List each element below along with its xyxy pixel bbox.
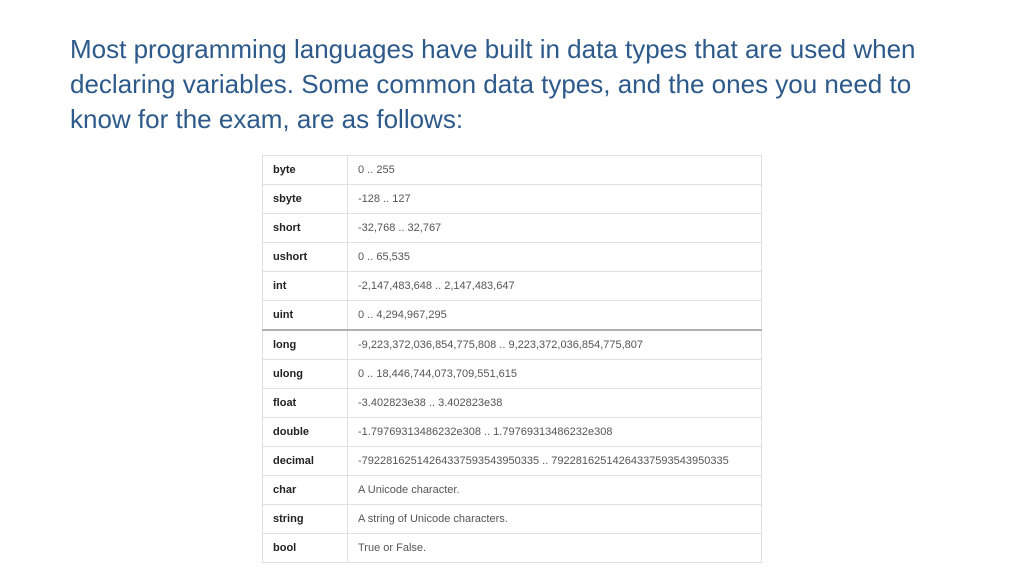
table-row: decimal -79228162514264337593543950335 .… [263, 447, 762, 476]
type-range: -9,223,372,036,854,775,808 .. 9,223,372,… [348, 330, 762, 360]
type-name: byte [263, 156, 348, 185]
table-row: byte 0 .. 255 [263, 156, 762, 185]
type-range: A string of Unicode characters. [348, 505, 762, 534]
type-name: uint [263, 301, 348, 331]
table-row: int -2,147,483,648 .. 2,147,483,647 [263, 272, 762, 301]
type-range: 0 .. 255 [348, 156, 762, 185]
table-row: ushort 0 .. 65,535 [263, 243, 762, 272]
table-row: string A string of Unicode characters. [263, 505, 762, 534]
table-row: sbyte -128 .. 127 [263, 185, 762, 214]
data-types-table: byte 0 .. 255 sbyte -128 .. 127 short -3… [262, 155, 762, 563]
type-range: -2,147,483,648 .. 2,147,483,647 [348, 272, 762, 301]
type-range: -32,768 .. 32,767 [348, 214, 762, 243]
type-range: 0 .. 65,535 [348, 243, 762, 272]
type-name: short [263, 214, 348, 243]
table-container: byte 0 .. 255 sbyte -128 .. 127 short -3… [70, 155, 954, 563]
type-range: 0 .. 18,446,744,073,709,551,615 [348, 360, 762, 389]
table-row: float -3.402823e38 .. 3.402823e38 [263, 389, 762, 418]
type-range: -128 .. 127 [348, 185, 762, 214]
type-range: True or False. [348, 534, 762, 563]
page-heading: Most programming languages have built in… [70, 32, 954, 137]
table-row: bool True or False. [263, 534, 762, 563]
type-name: double [263, 418, 348, 447]
table-row: double -1.79769313486232e308 .. 1.797693… [263, 418, 762, 447]
type-range: -3.402823e38 .. 3.402823e38 [348, 389, 762, 418]
type-name: long [263, 330, 348, 360]
type-name: int [263, 272, 348, 301]
table-row: long -9,223,372,036,854,775,808 .. 9,223… [263, 330, 762, 360]
type-range: -1.79769313486232e308 .. 1.7976931348623… [348, 418, 762, 447]
type-name: char [263, 476, 348, 505]
type-range: -79228162514264337593543950335 .. 792281… [348, 447, 762, 476]
type-name: bool [263, 534, 348, 563]
type-name: float [263, 389, 348, 418]
type-range: A Unicode character. [348, 476, 762, 505]
type-name: sbyte [263, 185, 348, 214]
table-row: short -32,768 .. 32,767 [263, 214, 762, 243]
type-name: ulong [263, 360, 348, 389]
type-name: decimal [263, 447, 348, 476]
table-row: uint 0 .. 4,294,967,295 [263, 301, 762, 331]
table-row: ulong 0 .. 18,446,744,073,709,551,615 [263, 360, 762, 389]
type-name: ushort [263, 243, 348, 272]
type-name: string [263, 505, 348, 534]
table-row: char A Unicode character. [263, 476, 762, 505]
type-range: 0 .. 4,294,967,295 [348, 301, 762, 331]
